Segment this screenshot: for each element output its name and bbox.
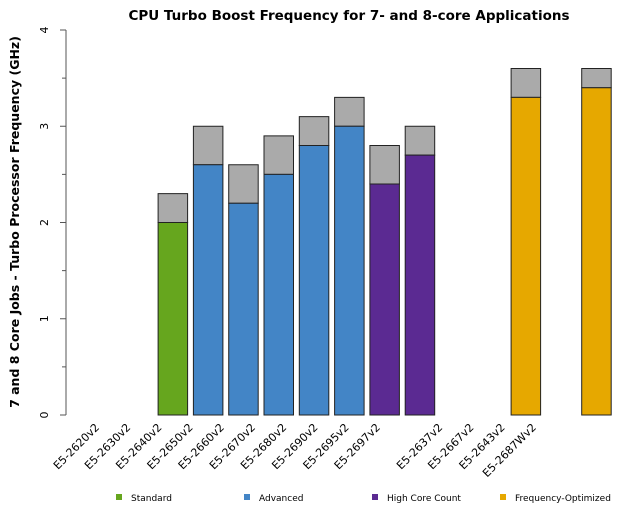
bar-chart: CPU Turbo Boost Frequency for 7- and 8-c…	[7, 8, 612, 504]
legend-label: Frequency-Optimized	[515, 494, 611, 504]
legend-swatch	[244, 494, 250, 500]
base-bar-segment	[369, 183, 400, 416]
y-tick-label: 4	[38, 27, 51, 34]
turbo-bar-segment	[369, 145, 400, 185]
y-tick-label: 1	[38, 315, 51, 322]
turbo-bar-segment	[263, 135, 294, 175]
turbo-bar-segment	[581, 68, 612, 89]
legend-swatch	[116, 494, 122, 500]
y-tick-label: 3	[38, 123, 51, 130]
turbo-bar-segment	[510, 68, 542, 98]
legend-item: Frequency-Optimized	[500, 494, 611, 504]
turbo-bar-segment	[157, 193, 189, 223]
y-tick-label: 2	[38, 219, 51, 226]
legend-item: Advanced	[244, 494, 303, 504]
legend-swatch	[500, 494, 506, 500]
turbo-bar-segment	[334, 96, 365, 127]
legend-label: Advanced	[259, 494, 303, 504]
legend-item: Standard	[116, 494, 172, 504]
legend-item: High Core Count	[372, 494, 461, 504]
turbo-bar-segment	[404, 125, 436, 156]
base-bar-segment	[263, 173, 294, 416]
base-bar-segment	[581, 87, 612, 416]
legend-label: Standard	[131, 494, 172, 504]
legend-swatch	[372, 494, 378, 500]
turbo-bar-segment	[192, 125, 224, 166]
base-bar-segment	[228, 202, 259, 416]
base-bar-segment	[298, 145, 330, 416]
y-axis-label: 7 and 8 Core Jobs - Turbo Processor Freq…	[7, 36, 22, 408]
legend-label: High Core Count	[387, 494, 461, 504]
base-bar-segment	[404, 154, 436, 416]
base-bar-segment	[334, 125, 365, 416]
turbo-bar-segment	[298, 116, 330, 146]
y-tick-label: 0	[38, 412, 51, 419]
base-bar-segment	[157, 222, 189, 416]
turbo-bar-segment	[228, 164, 259, 204]
base-bar-segment	[192, 164, 224, 416]
base-bar-segment	[510, 96, 542, 416]
chart-title: CPU Turbo Boost Frequency for 7- and 8-c…	[128, 8, 569, 24]
